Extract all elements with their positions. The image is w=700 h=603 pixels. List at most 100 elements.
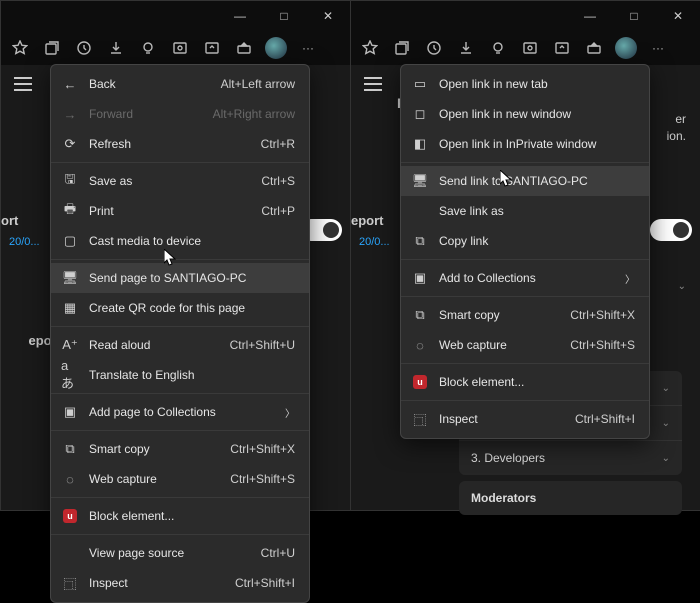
inspect-icon: ⿹	[411, 410, 429, 429]
menu-read-aloud[interactable]: A⁺Read aloudCtrl+Shift+U	[51, 330, 309, 360]
web-capture-icon: ◌	[411, 338, 429, 353]
new-tab-icon: ▭	[411, 76, 429, 92]
menu-separator	[51, 326, 309, 327]
refresh-icon: ⟳	[61, 136, 79, 152]
titlebar: — □ ✕	[351, 1, 700, 31]
menu-qr-code[interactable]: ▦Create QR code for this page	[51, 293, 309, 323]
chevron-down-icon: ⌄	[662, 453, 670, 464]
menu-web-capture[interactable]: ◌Web captureCtrl+Shift+S	[51, 464, 309, 494]
device-icon: 🖥	[411, 173, 429, 189]
menu-forward: →ForwardAlt+Right arrow	[51, 99, 309, 129]
menu-separator	[401, 259, 649, 260]
page-context-menu: ←BackAlt+Left arrow →ForwardAlt+Right ar…	[50, 64, 310, 603]
titlebar: — □ ✕	[1, 1, 350, 31]
collections-icon[interactable]	[387, 33, 417, 63]
idea-icon[interactable]	[133, 33, 163, 63]
menu-block-element[interactable]: uBlock element...	[51, 501, 309, 531]
minimize-button[interactable]: —	[568, 1, 612, 31]
chevron-right-icon: 〉	[625, 271, 635, 286]
maximize-button[interactable]: □	[612, 1, 656, 31]
maximize-button[interactable]: □	[262, 1, 306, 31]
new-window-icon: ◻	[411, 106, 429, 122]
inprivate-icon: ◧	[411, 136, 429, 152]
profile-avatar[interactable]	[611, 33, 641, 63]
menu-web-capture[interactable]: ◌Web captureCtrl+Shift+S	[401, 330, 649, 360]
device-icon: 🖥	[61, 270, 79, 286]
collections-icon: ▣	[61, 404, 79, 420]
menu-view-source[interactable]: View page sourceCtrl+U	[51, 538, 309, 568]
menu-back[interactable]: ←BackAlt+Left arrow	[51, 69, 309, 99]
send-icon[interactable]	[579, 33, 609, 63]
smart-copy-icon: ⧉	[411, 307, 429, 323]
chevron-down-icon[interactable]: ⌄	[678, 281, 686, 292]
ublock-icon: u	[411, 375, 429, 389]
menu-separator	[51, 497, 309, 498]
print-icon: 🖶	[61, 200, 79, 222]
collections-icon: ▣	[411, 270, 429, 286]
menu-save-as[interactable]: 🖫Save asCtrl+S	[51, 166, 309, 196]
menu-add-collections[interactable]: ▣Add to Collections〉	[401, 263, 649, 293]
menu-smart-copy[interactable]: ⧉Smart copyCtrl+Shift+X	[401, 300, 649, 330]
arrow-right-icon: →	[61, 107, 79, 122]
chevron-down-icon: ⌄	[662, 418, 670, 429]
send-icon[interactable]	[229, 33, 259, 63]
menu-cast[interactable]: ▢Cast media to device	[51, 226, 309, 256]
menu-copy-link[interactable]: ⧉Copy link	[401, 226, 649, 256]
favorite-icon[interactable]	[5, 33, 35, 63]
share-icon[interactable]	[547, 33, 577, 63]
menu-open-inprivate[interactable]: ◧Open link in InPrivate window	[401, 129, 649, 159]
download-icon[interactable]	[451, 33, 481, 63]
menu-add-collections[interactable]: ▣Add page to Collections〉	[51, 397, 309, 427]
idea-icon[interactable]	[483, 33, 513, 63]
read-aloud-icon: A⁺	[61, 337, 79, 353]
menu-translate[interactable]: aあTranslate to English	[51, 360, 309, 390]
hamburger-icon[interactable]	[14, 77, 32, 91]
arrow-left-icon: ←	[61, 77, 79, 92]
hamburger-icon[interactable]	[364, 77, 382, 91]
menu-separator	[51, 393, 309, 394]
qr-icon: ▦	[61, 300, 79, 316]
more-icon[interactable]: ···	[643, 33, 673, 63]
collections-icon[interactable]	[37, 33, 67, 63]
history-icon[interactable]	[69, 33, 99, 63]
profile-avatar[interactable]	[261, 33, 291, 63]
screenshot-icon[interactable]	[165, 33, 195, 63]
link-icon: ⧉	[411, 233, 429, 249]
chevron-down-icon: ⌄	[662, 383, 670, 394]
menu-separator	[51, 430, 309, 431]
menu-separator	[401, 162, 649, 163]
download-icon[interactable]	[101, 33, 131, 63]
toolbar: ···	[351, 31, 700, 66]
share-icon[interactable]	[197, 33, 227, 63]
smart-copy-icon: ⧉	[61, 441, 79, 457]
menu-send-page[interactable]: 🖥Send page to SANTIAGO-PC	[51, 263, 309, 293]
menu-inspect[interactable]: ⿹InspectCtrl+Shift+I	[51, 568, 309, 598]
menu-separator	[401, 296, 649, 297]
close-button[interactable]: ✕	[656, 1, 700, 31]
favorite-icon[interactable]	[355, 33, 385, 63]
inspect-icon: ⿹	[61, 574, 79, 593]
link-context-menu: ▭Open link in new tab ◻Open link in new …	[400, 64, 650, 439]
close-button[interactable]: ✕	[306, 1, 350, 31]
rule-row[interactable]: 3. Developers⌄	[459, 441, 682, 475]
menu-inspect[interactable]: ⿹InspectCtrl+Shift+I	[401, 404, 649, 434]
truncated-text: er ion.	[667, 111, 686, 145]
menu-send-link[interactable]: 🖥Send link to SANTIAGO-PC	[401, 166, 649, 196]
translate-icon: aあ	[61, 358, 79, 392]
menu-refresh[interactable]: ⟳RefreshCtrl+R	[51, 129, 309, 159]
toggle-switch[interactable]	[650, 219, 692, 241]
more-icon[interactable]: ···	[293, 33, 323, 63]
menu-open-new-tab[interactable]: ▭Open link in new tab	[401, 69, 649, 99]
minimize-button[interactable]: —	[218, 1, 262, 31]
save-icon: 🖫	[61, 170, 79, 192]
menu-separator	[51, 259, 309, 260]
menu-smart-copy[interactable]: ⧉Smart copyCtrl+Shift+X	[51, 434, 309, 464]
history-icon[interactable]	[419, 33, 449, 63]
screenshot-icon[interactable]	[515, 33, 545, 63]
menu-open-new-window[interactable]: ◻Open link in new window	[401, 99, 649, 129]
chevron-right-icon: 〉	[285, 405, 295, 420]
menu-print[interactable]: 🖶PrintCtrl+P	[51, 196, 309, 226]
toolbar: ···	[1, 31, 350, 66]
menu-block-element[interactable]: uBlock element...	[401, 367, 649, 397]
menu-save-link-as[interactable]: Save link as	[401, 196, 649, 226]
